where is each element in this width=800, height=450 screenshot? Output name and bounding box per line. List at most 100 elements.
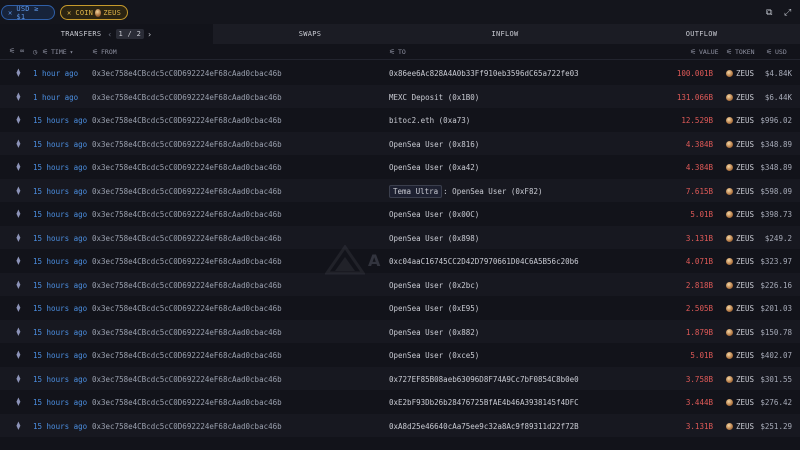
row-time-link[interactable]: 1 hour ago bbox=[33, 93, 78, 102]
row-token[interactable]: ZEUS bbox=[726, 398, 754, 407]
row-from-address[interactable]: 0x3ec758e4CBcdc5cC0D692224eF68cAad0cbac4… bbox=[92, 304, 282, 313]
usd-filter-chip[interactable]: ✕ USD ≥ $1 bbox=[1, 5, 55, 21]
filter-icon[interactable]: ⚟ bbox=[766, 48, 773, 56]
row-token[interactable]: ZEUS bbox=[726, 116, 754, 125]
row-from-address[interactable]: 0x3ec758e4CBcdc5cC0D692224eF68cAad0cbac4… bbox=[92, 422, 282, 431]
row-to-address[interactable]: 0xE2bF93Db26b28476725BfAE4b46A3938145f4D… bbox=[389, 398, 579, 407]
row-from-address[interactable]: 0x3ec758e4CBcdc5cC0D692224eF68cAad0cbac4… bbox=[92, 210, 282, 219]
table-row[interactable]: ⧫ 15 hours ago 0x3ec758e4CBcdc5cC0D692224e… bbox=[0, 319, 800, 343]
row-time-link[interactable]: 15 hours ago bbox=[33, 281, 87, 290]
sort-desc-icon[interactable]: ▾ bbox=[70, 49, 74, 56]
row-to-address[interactable]: 0xA8d25e46640cAa75ee9c32a8Ac9f89311d22f7… bbox=[389, 422, 579, 431]
row-time-link[interactable]: 15 hours ago bbox=[33, 116, 87, 125]
header-link[interactable]: ∞ bbox=[20, 48, 29, 55]
row-from-address[interactable]: 0x3ec758e4CBcdc5cC0D692224eF68cAad0cbac4… bbox=[92, 398, 282, 407]
row-token[interactable]: ZEUS bbox=[726, 281, 754, 290]
table-row[interactable]: ⧫ 15 hours ago 0x3ec758e4CBcdc5cC0D692224e… bbox=[0, 108, 800, 132]
tab-inflow[interactable]: INFLOW bbox=[407, 24, 603, 44]
header-value[interactable]: ⚟ VALUE bbox=[690, 48, 719, 56]
tab-swaps[interactable]: SWAPS bbox=[213, 24, 407, 44]
header-filter[interactable]: ⚟ bbox=[9, 48, 18, 55]
filter-icon[interactable]: ⚟ bbox=[726, 48, 733, 56]
row-token[interactable]: ZEUS bbox=[726, 328, 754, 337]
row-from-address[interactable]: 0x3ec758e4CBcdc5cC0D692224eF68cAad0cbac4… bbox=[92, 69, 282, 78]
table-row[interactable]: ⧫ 15 hours ago 0x3ec758e4CBcdc5cC0D692224e… bbox=[0, 296, 800, 320]
row-token[interactable]: ZEUS bbox=[726, 234, 754, 243]
row-to-address[interactable]: OpenSea User (0x816) bbox=[389, 140, 479, 149]
row-to-address[interactable]: OpenSea User (0x898) bbox=[389, 234, 479, 243]
row-time-link[interactable]: 1 hour ago bbox=[33, 69, 78, 78]
row-time-link[interactable]: 15 hours ago bbox=[33, 210, 87, 219]
header-token[interactable]: ⚟ TOKEN bbox=[726, 48, 755, 56]
coin-filter-chip[interactable]: ✕ COIN ZEUS bbox=[60, 5, 128, 20]
row-to-address[interactable]: OpenSea User (0x2bc) bbox=[389, 281, 479, 290]
row-from-address[interactable]: 0x3ec758e4CBcdc5cC0D692224eF68cAad0cbac4… bbox=[92, 187, 282, 196]
row-to-address[interactable]: OpenSea User (0x00C) bbox=[389, 210, 479, 219]
table-row[interactable]: ⧫ 15 hours ago 0x3ec758e4CBcdc5cC0D692224e… bbox=[0, 343, 800, 367]
row-time-link[interactable]: 15 hours ago bbox=[33, 234, 87, 243]
filter-icon[interactable]: ⚟ bbox=[690, 48, 697, 56]
row-to-address[interactable]: OpenSea User (0x882) bbox=[389, 328, 479, 337]
row-token[interactable]: ZEUS bbox=[726, 187, 754, 196]
row-token[interactable]: ZEUS bbox=[726, 163, 754, 172]
table-row[interactable]: ⧫ 15 hours ago 0x3ec758e4CBcdc5cC0D692224e… bbox=[0, 202, 800, 226]
filter-icon[interactable]: ⚟ bbox=[9, 48, 16, 55]
header-usd[interactable]: ⚟ USD bbox=[766, 48, 787, 56]
row-from-address[interactable]: 0x3ec758e4CBcdc5cC0D692224eF68cAad0cbac4… bbox=[92, 116, 282, 125]
filter-icon[interactable]: ⚟ bbox=[92, 48, 99, 56]
table-row[interactable]: ⧫ 1 hour ago 0x3ec758e4CBcdc5cC0D692224eF6… bbox=[0, 84, 800, 108]
row-token[interactable]: ZEUS bbox=[726, 93, 754, 102]
row-from-address[interactable]: 0x3ec758e4CBcdc5cC0D692224eF68cAad0cbac4… bbox=[92, 351, 282, 360]
row-token[interactable]: ZEUS bbox=[726, 257, 754, 266]
row-to-address[interactable]: OpenSea User (0xce5) bbox=[389, 351, 479, 360]
chevron-right-icon[interactable]: › bbox=[147, 30, 152, 39]
row-token[interactable]: ZEUS bbox=[726, 69, 754, 78]
remove-filter-icon[interactable]: ✕ bbox=[67, 9, 71, 17]
row-time-link[interactable]: 15 hours ago bbox=[33, 351, 87, 360]
row-from-address[interactable]: 0x3ec758e4CBcdc5cC0D692224eF68cAad0cbac4… bbox=[92, 257, 282, 266]
row-from-address[interactable]: 0x3ec758e4CBcdc5cC0D692224eF68cAad0cbac4… bbox=[92, 375, 282, 384]
table-row[interactable]: ⧫ 15 hours ago 0x3ec758e4CBcdc5cC0D692224e… bbox=[0, 249, 800, 273]
row-from-address[interactable]: 0x3ec758e4CBcdc5cC0D692224eF68cAad0cbac4… bbox=[92, 163, 282, 172]
table-row[interactable]: ⧫ 1 hour ago 0x3ec758e4CBcdc5cC0D692224eF6… bbox=[0, 61, 800, 85]
tab-outflow[interactable]: OUTFLOW bbox=[603, 24, 800, 44]
chevron-left-icon[interactable]: ‹ bbox=[107, 30, 112, 39]
header-to[interactable]: ⚟ TO bbox=[389, 48, 406, 56]
row-to-address[interactable]: OpenSea User (0xa42) bbox=[389, 163, 479, 172]
header-from[interactable]: ⚟ FROM bbox=[92, 48, 117, 56]
link-icon[interactable]: ∞ bbox=[20, 48, 27, 55]
row-time-link[interactable]: 15 hours ago bbox=[33, 140, 87, 149]
filter-icon[interactable]: ⚟ bbox=[42, 48, 49, 56]
row-to-address[interactable]: MEXC Deposit (0x1B0) bbox=[389, 93, 479, 102]
table-row[interactable]: ⧫ 15 hours ago 0x3ec758e4CBcdc5cC0D692224e… bbox=[0, 131, 800, 155]
expand-icon[interactable]: ⤢ bbox=[784, 9, 792, 18]
row-from-address[interactable]: 0x3ec758e4CBcdc5cC0D692224eF68cAad0cbac4… bbox=[92, 281, 282, 290]
tab-transfers[interactable]: TRANSFERS ‹ 1 / 2 › bbox=[0, 24, 213, 44]
remove-filter-icon[interactable]: ✕ bbox=[8, 9, 12, 17]
row-time-link[interactable]: 15 hours ago bbox=[33, 398, 87, 407]
row-token[interactable]: ZEUS bbox=[726, 304, 754, 313]
row-from-address[interactable]: 0x3ec758e4CBcdc5cC0D692224eF68cAad0cbac4… bbox=[92, 328, 282, 337]
row-token[interactable]: ZEUS bbox=[726, 210, 754, 219]
header-time[interactable]: ◷ ⚟ TIME ▾ bbox=[33, 48, 73, 56]
row-from-address[interactable]: 0x3ec758e4CBcdc5cC0D692224eF68cAad0cbac4… bbox=[92, 93, 282, 102]
row-to-address[interactable]: bitoc2.eth (0xa73) bbox=[389, 116, 470, 125]
row-to-address[interactable]: 0xc04aaC16745CC2D42D7970661D04C6A5B56c20… bbox=[389, 257, 579, 266]
entity-badge[interactable]: Tema Ultra bbox=[389, 184, 443, 198]
row-to-address[interactable]: 0x727EF85B08aeb63096D8F74A9Cc7bF0854C8b0… bbox=[389, 375, 579, 384]
row-time-link[interactable]: 15 hours ago bbox=[33, 257, 87, 266]
row-to-address[interactable]: OpenSea User (0xE95) bbox=[389, 304, 479, 313]
row-time-link[interactable]: 15 hours ago bbox=[33, 375, 87, 384]
row-token[interactable]: ZEUS bbox=[726, 422, 754, 431]
table-row[interactable]: ⧫ 15 hours ago 0x3ec758e4CBcdc5cC0D692224e… bbox=[0, 272, 800, 296]
row-time-link[interactable]: 15 hours ago bbox=[33, 304, 87, 313]
table-row[interactable]: ⧫ 15 hours ago 0x3ec758e4CBcdc5cC0D692224e… bbox=[0, 225, 800, 249]
table-row[interactable]: ⧫ 15 hours ago 0x3ec758e4CBcdc5cC0D692224e… bbox=[0, 413, 800, 437]
row-time-link[interactable]: 15 hours ago bbox=[33, 187, 87, 196]
filter-icon[interactable]: ⚟ bbox=[389, 48, 396, 56]
row-to-address[interactable]: Tema Ultra: OpenSea User (0xF82) bbox=[389, 184, 543, 198]
row-to-address[interactable]: 0x86ee6Ac828A4A0b33Ff910eb3596dC65a722fe… bbox=[389, 69, 579, 78]
row-time-link[interactable]: 15 hours ago bbox=[33, 328, 87, 337]
table-row[interactable]: ⧫ 15 hours ago 0x3ec758e4CBcdc5cC0D692224e… bbox=[0, 390, 800, 414]
row-token[interactable]: ZEUS bbox=[726, 351, 754, 360]
